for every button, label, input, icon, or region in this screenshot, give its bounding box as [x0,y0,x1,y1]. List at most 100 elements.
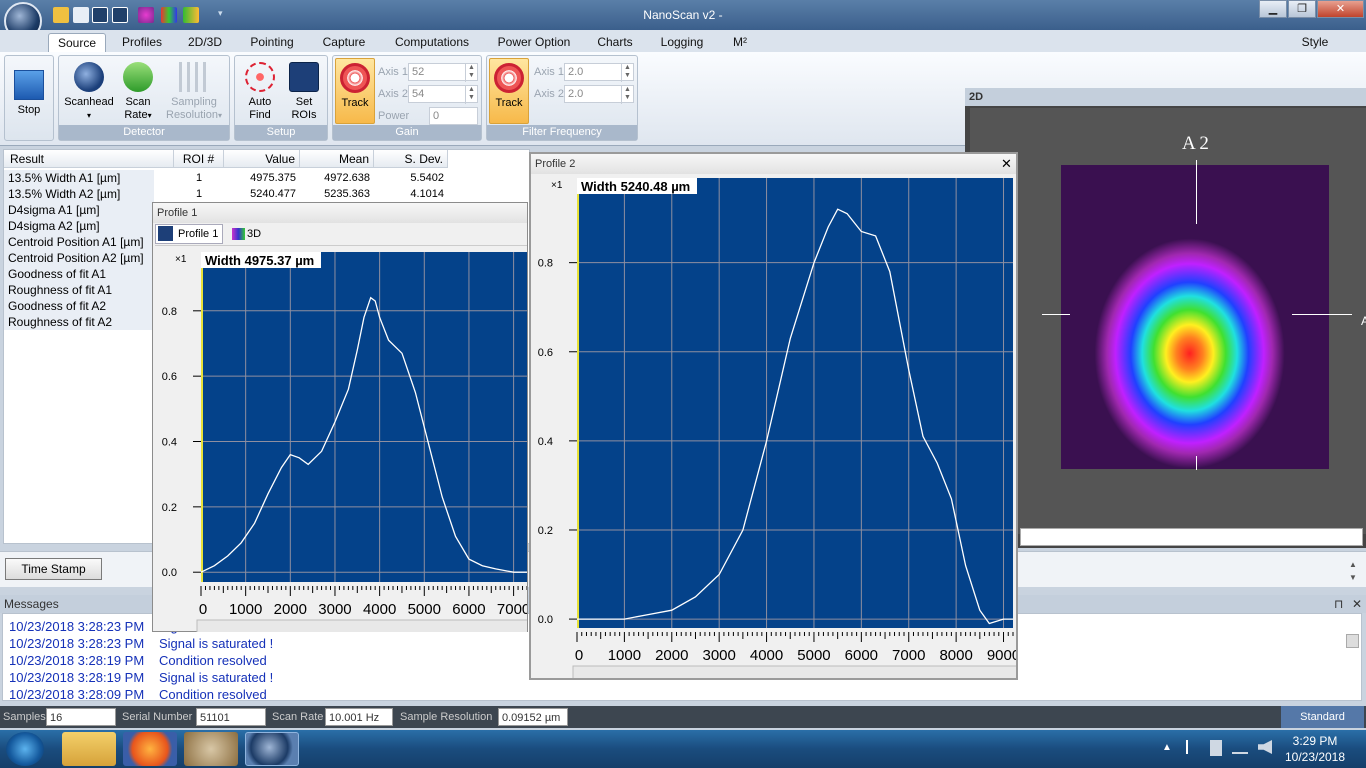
messages-scrollbar-thumb[interactable] [1346,634,1359,648]
open-folder-icon[interactable] [53,7,69,23]
mode-badge[interactable]: Standard [1281,706,1364,728]
crosshair-left [1042,314,1070,315]
result-name: 13.5% Width A1 [µm] [4,170,154,186]
gain-track-button[interactable]: Track [335,58,375,124]
beam-icon[interactable] [138,7,154,23]
sampling-resolution-button[interactable]: Sampling Resolution▾ [159,62,229,122]
table-row[interactable]: 13.5% Width A1 [µm] 1 4975.375 4972.638 5.54… [4,170,529,186]
tab-profiles[interactable]: Profiles [114,33,170,52]
tab-logging[interactable]: Logging [654,33,710,52]
profile2-chart[interactable]: 0.0 0.2 0.4 0.6 0.8 0 1000 2000 3000 4000 5000 6000… [531,174,1016,678]
serial-label: Serial Number [122,711,193,723]
pin-icon[interactable]: ⊓ [1334,595,1343,613]
ff-axis1-input[interactable]: 2.0 ▲ ▼ [564,63,634,82]
sampling-dropdown-icon: ▾ [217,111,222,120]
ff-axis2-input[interactable]: 2.0 ▲ ▼ [564,85,634,104]
volume-icon[interactable] [1258,740,1272,754]
device-icon[interactable] [1210,740,1222,756]
beam-view[interactable]: A 2 A [970,108,1366,534]
gain-track-label: Track [341,97,369,109]
firefox-icon[interactable] [123,732,177,766]
qat-dropdown-icon[interactable]: ▾ [218,8,223,19]
power-input[interactable]: 0 [429,107,478,125]
profile-icon[interactable] [92,7,108,23]
setup-group-label: Setup [235,125,327,140]
layout-icon[interactable] [183,7,199,23]
ff-track-label: Track [495,97,523,109]
clock-time[interactable]: 3:29 PM [1280,734,1350,748]
profile-tab-icon [158,226,173,241]
auto-find-label-2: Find [249,109,271,121]
roi-cell: 1 [195,172,203,184]
style-menu[interactable]: Style [1296,33,1334,52]
minimize-button[interactable]: ▁ [1259,0,1287,18]
profile-alt-icon[interactable] [112,7,128,23]
axis-right-label: A [1361,314,1366,328]
messages-title: Messages [4,597,59,611]
profile1-chart[interactable]: 0.0 0.2 0.4 0.6 0.8 0 1000 2000 3000 4000 5000 6000… [155,246,527,632]
nanoscan-icon[interactable] [245,732,299,766]
stop-button[interactable]: Stop [9,70,49,117]
table-row[interactable]: 13.5% Width A2 [µm] 1 5240.477 5235.363 4.10… [4,186,529,202]
flag-icon[interactable] [1186,740,1200,754]
tab-m2[interactable]: M² [726,33,754,52]
gain-axis2-spinner[interactable]: ▲ ▼ [465,86,477,104]
scan-rate-label-2: Rate [124,109,148,121]
col-mean[interactable]: Mean [300,150,374,168]
ff-axis1-spinner[interactable]: ▲ ▼ [621,64,633,82]
h-scrollbar [196,619,527,632]
tab-2d3d[interactable]: 2D/3D [180,33,230,52]
set-rois-button[interactable]: Set ROIs [283,62,325,122]
tab-computations[interactable]: Computations [388,33,476,52]
gain-axis1-input[interactable]: 52 ▲ ▼ [408,63,478,82]
close-button[interactable]: ✕ [1317,0,1364,18]
message-row[interactable]: 10/23/2018 3:28:09 PM Condition resolved [9,686,1344,701]
col-roi[interactable]: ROI # [174,150,224,168]
status-bar: Samples 16 Serial Number 51101 Scan Rate… [0,706,1366,728]
scanhead-button[interactable]: Scanhead ▾ [61,62,117,122]
x-tick-label: 7000 [892,647,925,664]
start-button[interactable] [6,732,44,766]
paint-icon[interactable] [184,732,238,766]
scan-rate-button[interactable]: Scan Rate▾ [119,62,157,122]
tab-capture[interactable]: Capture [316,33,372,52]
auto-find-button[interactable]: Auto Find [239,62,281,122]
message-text: Signal is saturated ! [159,636,274,651]
scanrate-value: 10.001 Hz [325,708,393,726]
messages-close-icon[interactable]: ✕ [1352,595,1362,613]
tab-pointing[interactable]: Pointing [242,33,302,52]
timestamp-button[interactable]: Time Stamp [5,558,102,580]
message-time: 10/23/2018 3:28:09 PM [9,687,145,701]
gain-axis1-spinner[interactable]: ▲ ▼ [465,64,477,82]
panel-2d-input[interactable] [1020,528,1363,546]
profile1-window: Profile 1 Profile 1 3D 0.0 0.2 0.4 0.6 0.8 0 1… [152,202,528,632]
network-icon[interactable] [1232,742,1248,754]
clock-date[interactable]: 10/23/2018 [1280,750,1350,764]
tab-source[interactable]: Source [48,33,106,52]
power-label: Power [378,110,410,122]
serial-value: 51101 [196,708,266,726]
explorer-icon[interactable] [62,732,116,766]
ff-axis2-spinner[interactable]: ▲ ▼ [621,86,633,104]
tab-power-option[interactable]: Power Option [492,33,576,52]
col-sdev[interactable]: S. Dev. [374,150,448,168]
x-tick-label: 1000 [608,647,641,664]
tray-expand-icon[interactable]: ▲ [1162,742,1172,753]
gain-axis2-input[interactable]: 54 ▲ ▼ [408,85,478,104]
set-rois-label-1: Set [295,96,313,108]
profile2-close-icon[interactable]: ✕ [1001,156,1012,172]
message-time: 10/23/2018 3:28:23 PM [9,619,145,634]
chart-icon[interactable] [161,7,177,23]
auto-find-icon [245,62,275,92]
mean-cell: 4972.638 [324,172,370,184]
maximize-button[interactable]: ❐ [1288,0,1316,18]
tab-charts[interactable]: Charts [592,33,638,52]
mean-cell: 5235.363 [324,188,370,200]
ff-track-button[interactable]: Track [489,58,529,124]
col-result[interactable]: Result [4,150,174,168]
col-value[interactable]: Value [224,150,300,168]
timestamp-scroll[interactable]: ▲ ▼ [1346,558,1360,584]
message-text: Condition resolved [159,653,267,668]
result-name: D4sigma A2 [µm] [4,218,154,234]
save-icon[interactable] [73,7,89,23]
